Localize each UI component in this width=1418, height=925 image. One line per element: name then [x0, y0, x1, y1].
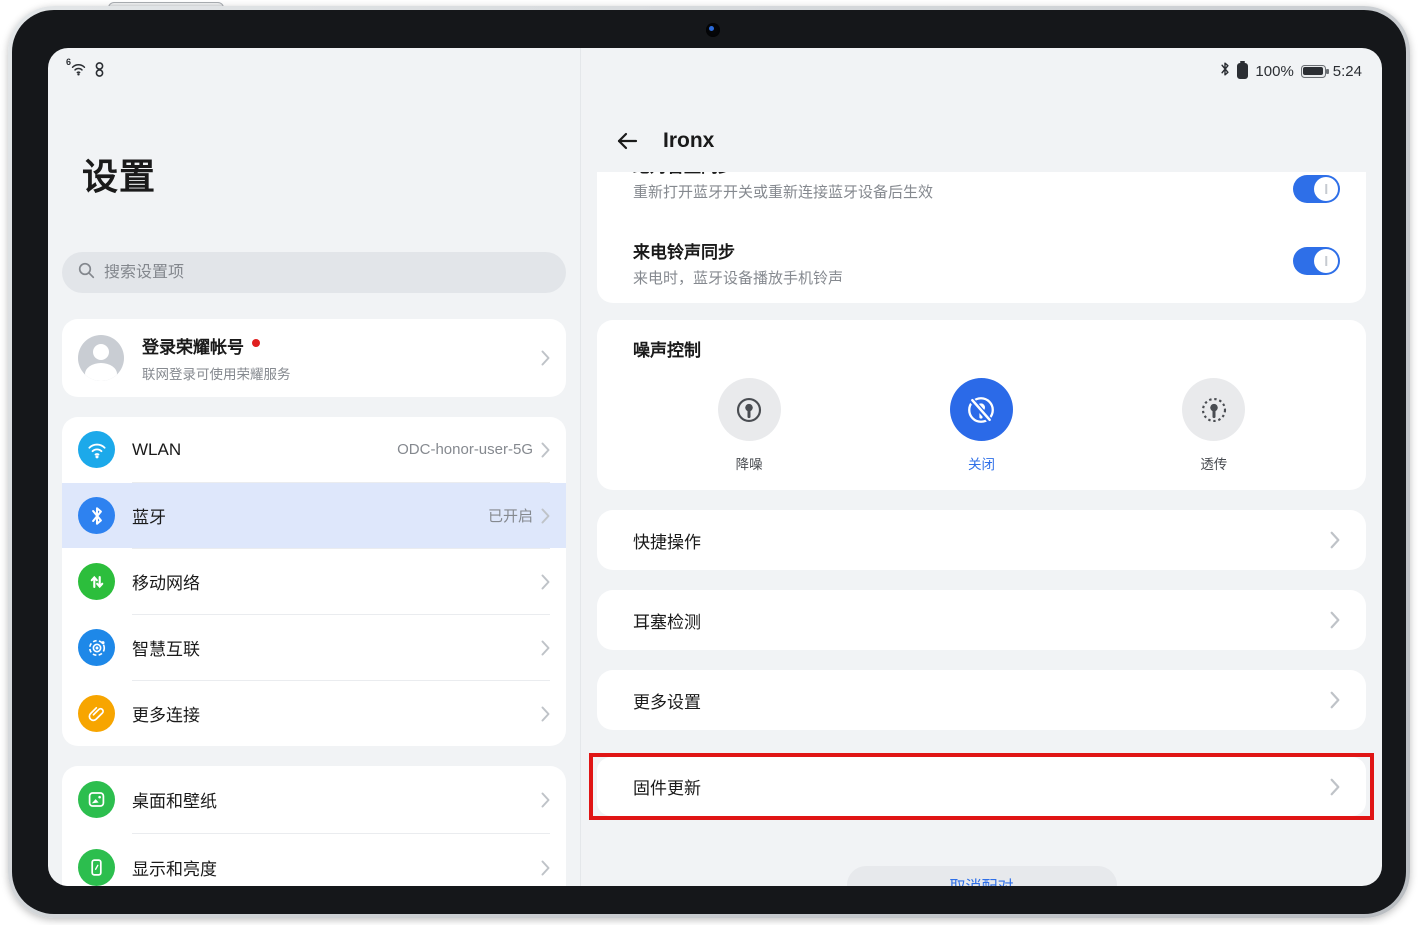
link-label: 更多设置 [633, 688, 701, 713]
sidebar-item-label: 更多连接 [132, 701, 541, 726]
clipped-setting-title: 绝对音量同步 [633, 172, 1330, 179]
toggle-switch-on[interactable] [1293, 247, 1340, 275]
clock: 5:24 [1333, 63, 1362, 80]
status-bar: 6 100% 5:24 [48, 48, 1382, 84]
search-icon [78, 262, 95, 284]
digital-balance-icon [94, 62, 105, 81]
shortcut-actions-row[interactable]: 快捷操作 [597, 510, 1366, 570]
chevron-right-icon [541, 706, 550, 722]
chevron-right-icon [541, 640, 550, 656]
anc-icon[interactable] [718, 378, 781, 441]
device-detail-pane: Ironx 绝对音量同步 重新打开蓝牙开关或重新连接蓝牙设备后生效 来电铃声同步 [581, 84, 1382, 886]
chevron-right-icon [1330, 778, 1340, 796]
sidebar-item-more-connections[interactable]: 更多连接 [62, 681, 566, 746]
wallpaper-icon [78, 781, 115, 818]
device-name-title: Ironx [663, 129, 714, 153]
tablet-battery-icon [1301, 65, 1326, 78]
link-label: 固件更新 [633, 774, 701, 799]
chevron-right-icon [541, 508, 550, 524]
device-battery-icon [1237, 63, 1248, 79]
tablet-device-frame: 6 100% 5:24 [8, 6, 1410, 918]
noise-option-label: 关闭 [968, 453, 995, 473]
front-camera [706, 23, 720, 37]
sidebar-item-wallpaper[interactable]: 桌面和壁纸 [62, 766, 566, 833]
wifi-icon: 6 [70, 62, 87, 80]
unpair-button[interactable]: 取消配对 [847, 866, 1117, 886]
back-button[interactable] [615, 131, 639, 151]
search-input[interactable] [104, 264, 550, 282]
sidebar-item-smart-connect[interactable]: 智慧互联 [62, 615, 566, 680]
sidebar-item-label: WLAN [132, 440, 397, 460]
account-subtitle: 联网登录可使用荣耀服务 [142, 363, 541, 383]
absolute-volume-row: 绝对音量同步 重新打开蓝牙开关或重新连接蓝牙设备后生效 [597, 172, 1366, 203]
red-highlight-box: 固件更新 [589, 753, 1374, 820]
settings-sidebar: 设置 登录荣耀帐号 [48, 84, 580, 886]
sidebar-item-label: 桌面和壁纸 [132, 787, 541, 812]
chevron-right-icon [1330, 611, 1340, 629]
noise-option-transparency[interactable]: 透传 [1098, 378, 1330, 473]
link-label: 快捷操作 [633, 528, 701, 553]
avatar [78, 335, 124, 381]
bluetooth-icon [78, 497, 115, 534]
account-card[interactable]: 登录荣耀帐号 联网登录可使用荣耀服务 [62, 319, 566, 397]
sidebar-item-bluetooth[interactable]: 蓝牙 已开启 [62, 483, 566, 548]
transparency-icon[interactable] [1182, 378, 1245, 441]
connectivity-card: WLAN ODC-honor-user-5G 蓝牙 已开启 [62, 417, 566, 746]
noise-off-icon[interactable] [950, 378, 1013, 441]
detail-scroll-area[interactable]: 绝对音量同步 重新打开蓝牙开关或重新连接蓝牙设备后生效 来电铃声同步 来电时，蓝… [581, 172, 1382, 886]
search-bar[interactable] [62, 252, 566, 293]
notification-dot [252, 339, 260, 347]
sidebar-item-display-brightness[interactable]: 显示和亮度 [62, 834, 566, 886]
chevron-right-icon [1330, 691, 1340, 709]
paperclip-icon [78, 695, 115, 732]
noise-option-off[interactable]: 关闭 [865, 378, 1097, 473]
sidebar-item-mobile-network[interactable]: 移动网络 [62, 549, 566, 614]
sidebar-item-label: 蓝牙 [132, 503, 488, 528]
wifi6-badge: 6 [66, 57, 71, 67]
chevron-right-icon [541, 860, 550, 876]
sidebar-item-wlan[interactable]: WLAN ODC-honor-user-5G [62, 417, 566, 482]
chevron-right-icon [541, 792, 550, 808]
noise-control-card: 噪声控制 降噪 [597, 320, 1366, 490]
toggle-switch-on[interactable] [1293, 175, 1340, 203]
setting-subtitle: 重新打开蓝牙开关或重新连接蓝牙设备后生效 [633, 183, 1330, 203]
firmware-update-row[interactable]: 固件更新 [597, 757, 1366, 816]
page-title: 设置 [82, 148, 580, 200]
sidebar-item-label: 显示和亮度 [132, 855, 541, 880]
mobile-data-icon [78, 563, 115, 600]
chevron-right-icon [541, 350, 550, 366]
chevron-right-icon [1330, 531, 1340, 549]
noise-option-anc[interactable]: 降噪 [633, 378, 865, 473]
display-card: 桌面和壁纸 显示和亮度 [62, 766, 566, 886]
setting-title: 来电铃声同步 [633, 241, 1330, 265]
tablet-bezel: 6 100% 5:24 [12, 10, 1406, 914]
screenshot-canvas: 6 100% 5:24 [0, 0, 1418, 925]
noise-option-label: 透传 [1200, 453, 1227, 473]
ring-sync-row: 来电铃声同步 来电时，蓝牙设备播放手机铃声 [597, 203, 1366, 289]
smart-connect-icon [78, 629, 115, 666]
sidebar-item-value: ODC-honor-user-5G [397, 441, 533, 458]
chevron-right-icon [541, 574, 550, 590]
detail-header: Ironx [581, 84, 1382, 172]
noise-control-title: 噪声控制 [633, 340, 1330, 362]
link-label: 耳塞检测 [633, 608, 701, 633]
chevron-right-icon [541, 442, 550, 458]
bluetooth-icon [1220, 61, 1230, 81]
sidebar-item-label: 智慧互联 [132, 635, 541, 660]
account-title: 登录荣耀帐号 [142, 333, 244, 358]
sidebar-item-value: 已开启 [488, 505, 533, 526]
wifi-icon [78, 431, 115, 468]
display-icon [78, 849, 115, 886]
battery-percent: 100% [1255, 63, 1293, 80]
noise-option-label: 降噪 [736, 453, 763, 473]
setting-subtitle: 来电时，蓝牙设备播放手机铃声 [633, 269, 1330, 289]
toggle-settings-card: 绝对音量同步 重新打开蓝牙开关或重新连接蓝牙设备后生效 来电铃声同步 来电时，蓝… [597, 172, 1366, 303]
more-settings-row[interactable]: 更多设置 [597, 670, 1366, 730]
screen: 6 100% 5:24 [48, 48, 1382, 886]
earbud-detection-row[interactable]: 耳塞检测 [597, 590, 1366, 650]
sidebar-item-label: 移动网络 [132, 569, 541, 594]
